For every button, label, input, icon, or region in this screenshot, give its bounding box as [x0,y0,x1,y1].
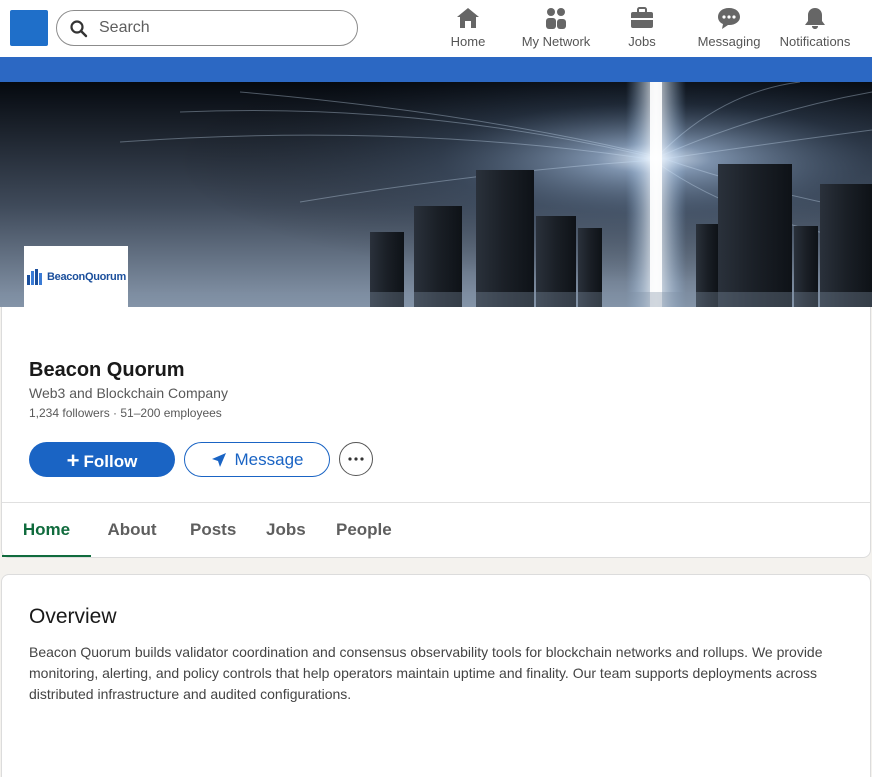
company-tagline: Web3 and Blockchain Company [29,385,228,401]
cover-banner [0,82,872,307]
tab-home[interactable]: Home [2,503,91,557]
tab-people[interactable]: People [336,503,392,557]
company-profile-card: Beacon Quorum Web3 and Blockchain Compan… [1,307,871,558]
bell-icon [805,8,825,29]
overview-text: Beacon Quorum builds validator coordinat… [29,644,823,702]
nav-item-messaging[interactable]: Messaging [694,6,764,52]
follow-button[interactable]: + Follow [29,442,175,477]
more-icon [348,457,364,461]
nav-label: My Network [521,34,591,49]
briefcase-icon [631,7,653,28]
nav-label: Home [450,34,486,49]
cover-image [0,82,872,307]
nav-item-notifications[interactable]: Notifications [774,6,856,52]
brand-bar [0,57,872,82]
search-input[interactable] [99,17,339,39]
nav-item-jobs[interactable]: Jobs [622,6,662,52]
search-box[interactable] [56,10,358,46]
chat-icon [718,8,740,29]
home-icon [457,8,479,28]
top-navigation: Home My Network Jobs Messaging [0,0,872,57]
nav-label: Notifications [779,34,851,49]
tab-jobs[interactable]: Jobs [266,503,306,557]
nav-item-home[interactable]: Home [446,6,490,52]
company-logo-mark-icon [27,269,43,285]
more-options-button[interactable] [339,442,373,476]
nav-label: Messaging [697,34,761,49]
company-name: Beacon Quorum [29,359,185,381]
page-tabs: Home About Posts Jobs People [2,503,870,557]
tab-posts[interactable]: Posts [190,503,236,557]
app-logo[interactable] [10,10,48,46]
company-meta: 1,234 followers · 51–200 employees [29,406,222,420]
message-label: Message [234,449,304,469]
nav-item-my-network[interactable]: My Network [516,6,596,52]
nav-label: Jobs [628,34,656,49]
company-logo-wordmark: BeaconQuorum [47,271,126,283]
send-icon [211,452,226,467]
plus-icon: + [66,447,80,473]
message-button[interactable]: Message [184,442,330,477]
overview-card: Overview Beacon Quorum builds validator … [1,574,871,777]
people-icon [546,8,566,29]
overview-title: Overview [29,605,117,628]
search-icon [70,20,88,38]
follow-label: Follow [83,451,138,471]
tab-about[interactable]: About [106,503,158,557]
company-logo: BeaconQuorum [24,246,128,308]
